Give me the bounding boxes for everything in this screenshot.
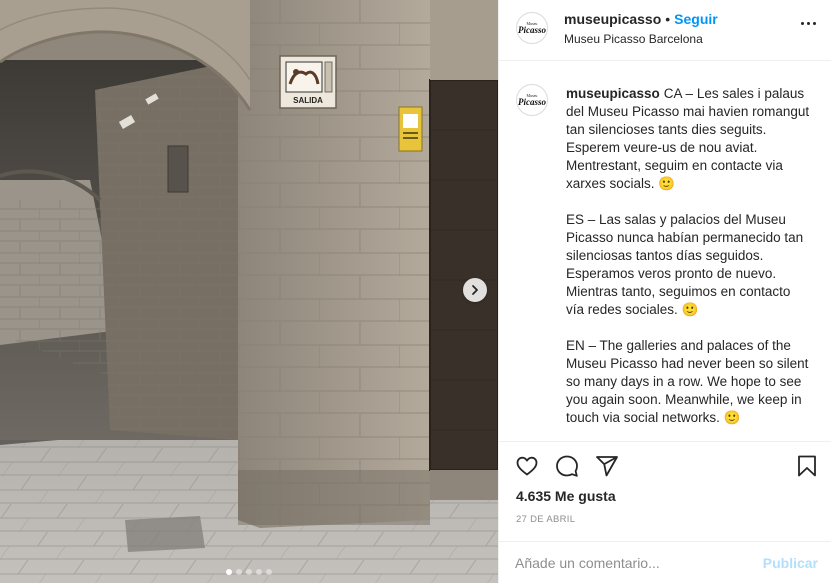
action-icons: [515, 454, 619, 478]
save-button[interactable]: [795, 454, 819, 478]
header-username[interactable]: museupicasso: [564, 11, 661, 27]
carousel-next-button[interactable]: [463, 278, 487, 302]
post-photo[interactable]: SALIDA: [0, 0, 498, 583]
publish-button[interactable]: Publicar: [763, 555, 818, 571]
header-user-row: museupicasso • Seguir: [564, 11, 718, 27]
avatar[interactable]: Museu Picasso: [516, 12, 548, 44]
likes-count[interactable]: 4.635 Me gusta: [516, 488, 616, 504]
caption-text-ca: CA – Les sales i palaus del Museu Picass…: [566, 86, 810, 191]
comment-bar: Publicar: [499, 541, 831, 583]
carousel-dot: [246, 569, 252, 575]
post-header: Museu Picasso museupicasso • Seguir Muse…: [499, 0, 831, 61]
street-archway-image: SALIDA: [0, 0, 498, 583]
caption-paragraph-ca: museupicasso CA – Les sales i palaus del …: [566, 85, 811, 193]
avatar-line2: Picasso: [518, 96, 546, 107]
header-names: museupicasso • Seguir Museu Picasso Barc…: [564, 11, 718, 46]
comment-input[interactable]: [515, 550, 755, 576]
salida-sign-text: SALIDA: [293, 96, 323, 105]
bookmark-icon: [798, 455, 816, 477]
comment-button[interactable]: [555, 454, 579, 478]
caption-paragraph-es: ES – Las salas y palacios del Museu Pica…: [566, 212, 804, 317]
carousel-dot: [266, 569, 272, 575]
location-link[interactable]: Museu Picasso Barcelona: [564, 32, 718, 46]
follow-button[interactable]: Seguir: [674, 11, 718, 27]
carousel-dot: [236, 569, 242, 575]
share-icon: [596, 456, 618, 477]
post-date[interactable]: 27 DE ABRIL: [516, 514, 575, 525]
caption-avatar[interactable]: Museu Picasso: [516, 84, 548, 116]
share-button[interactable]: [595, 454, 619, 478]
post-actions: 4.635 Me gusta 27 DE ABRIL: [499, 441, 831, 541]
comment-icon: [556, 455, 578, 477]
like-button[interactable]: [515, 454, 539, 478]
caption-username[interactable]: museupicasso: [566, 86, 660, 101]
chevron-right-icon: [472, 285, 478, 295]
caption-text: museupicasso CA – Les sales i palaus del …: [566, 85, 811, 441]
avatar-line2: Picasso: [518, 24, 546, 35]
carousel-dot: [256, 569, 262, 575]
carousel-indicator: [0, 569, 498, 575]
carousel-dot: [226, 569, 232, 575]
caption-area: Museu Picasso museupicasso CA – Les sales…: [499, 61, 831, 441]
caption-paragraph-en: EN – The galleries and palaces of the Mu…: [566, 338, 809, 425]
header-separator: •: [665, 11, 671, 27]
post-side-panel: Museu Picasso museupicasso • Seguir Muse…: [498, 0, 831, 583]
heart-icon: [516, 456, 538, 476]
more-options-icon[interactable]: [801, 22, 816, 25]
